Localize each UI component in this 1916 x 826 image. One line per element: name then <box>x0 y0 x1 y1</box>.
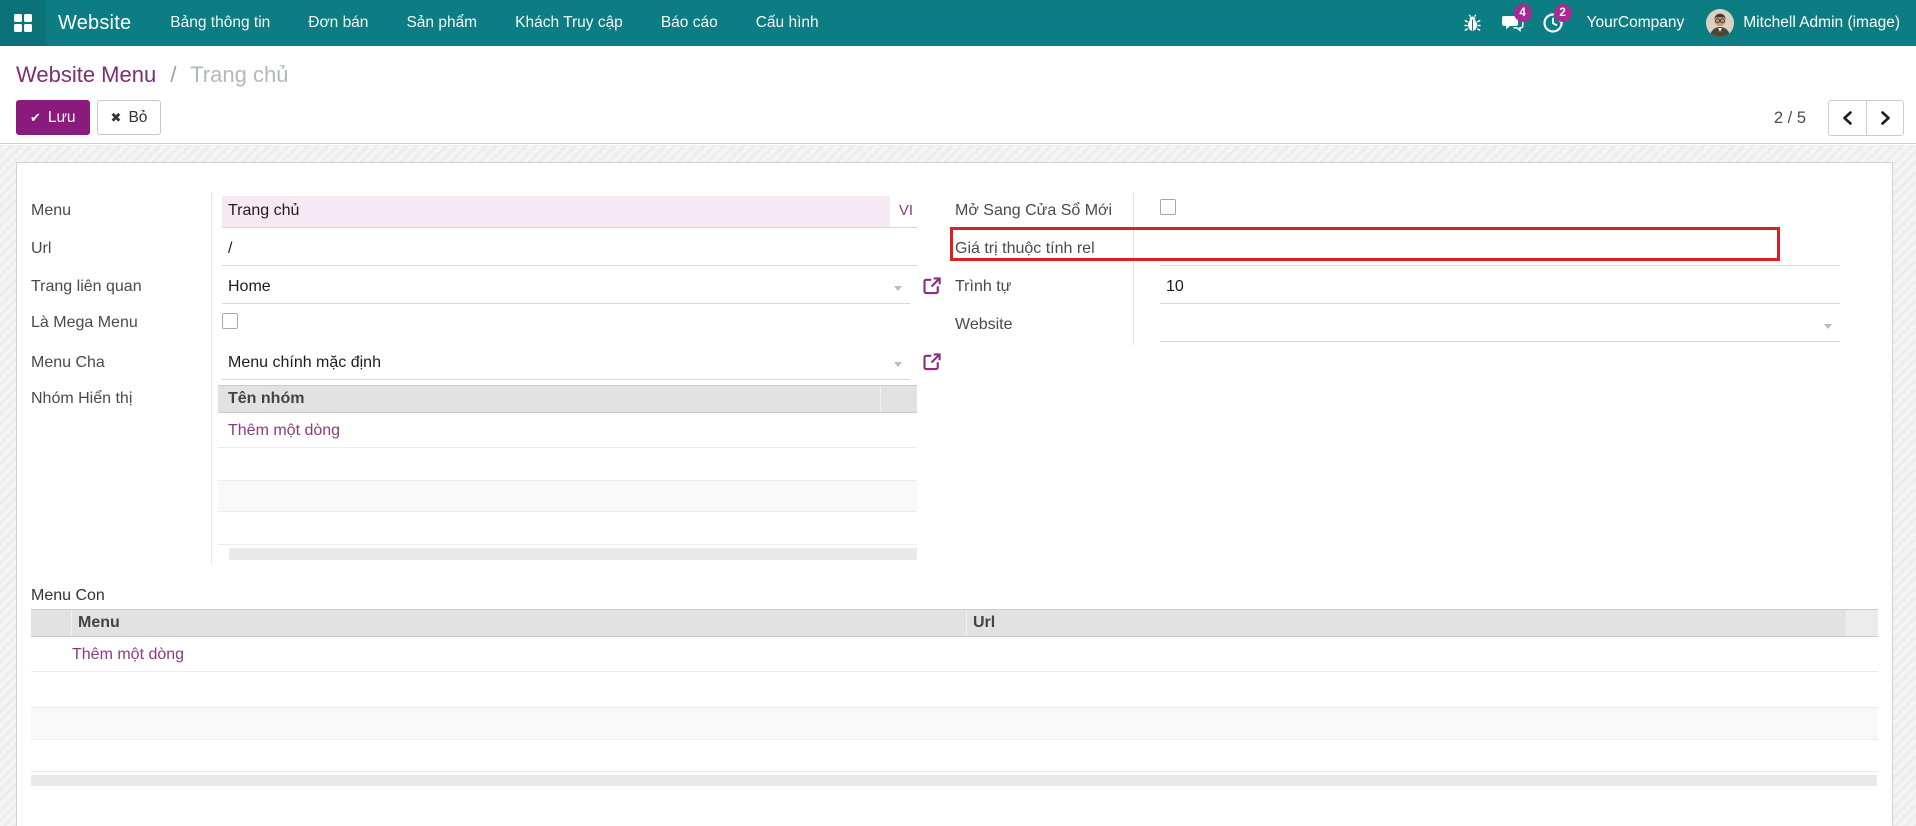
pager-value[interactable]: 2 / 5 <box>1774 109 1806 128</box>
table-row: Thêm một dòng <box>218 413 917 448</box>
groups-column-header[interactable]: Tên nhóm <box>218 386 880 412</box>
child-menu-column-header[interactable]: Menu <box>71 610 966 636</box>
parent-menu-external-link-icon[interactable] <box>922 352 942 372</box>
table-row <box>218 481 917 512</box>
child-menu-table: Menu Url Thêm một dòng <box>31 609 1878 772</box>
related-page-label: Trang liên quan <box>31 278 142 296</box>
apps-grid-icon <box>12 12 34 34</box>
nav-item-products[interactable]: Sản phẩm <box>387 0 496 46</box>
rel-attribute-input[interactable] <box>1160 234 1840 266</box>
new-window-checkbox[interactable] <box>1160 199 1176 215</box>
row-handle-column <box>31 610 71 636</box>
child-header-extra-cell <box>1846 610 1878 636</box>
systray: 4 2 YourCompany <box>1453 0 1916 46</box>
left-group-separator <box>211 193 212 563</box>
nav-item-reporting[interactable]: Báo cáo <box>642 0 737 46</box>
control-panel: Website Menu / Trang chủ ✔ Lưu ✖ Bỏ 2 / … <box>0 46 1916 144</box>
related-page-select[interactable]: Home <box>222 272 910 304</box>
chevron-left-icon <box>1839 109 1857 127</box>
table-row <box>31 672 1878 708</box>
nav-item-dashboard[interactable]: Bảng thông tin <box>151 0 289 46</box>
messages-button[interactable]: 4 <box>1493 0 1533 46</box>
chevron-down-icon <box>894 286 902 291</box>
table-row: Thêm một dòng <box>31 637 1878 672</box>
url-label: Url <box>31 240 51 258</box>
apps-menu-button[interactable] <box>0 0 46 46</box>
discard-button[interactable]: ✖ Bỏ <box>97 100 162 135</box>
table-row <box>31 708 1878 740</box>
mega-menu-label: Là Mega Menu <box>31 314 138 332</box>
right-group-separator <box>1133 193 1134 345</box>
messages-count-badge: 4 <box>1514 4 1532 22</box>
app-menu-bar: Bảng thông tin Đơn bán Sản phẩm Khách Tr… <box>151 0 837 46</box>
app-brand[interactable]: Website <box>58 12 131 35</box>
nav-item-visitors[interactable]: Khách Truy cập <box>496 0 642 46</box>
x-icon: ✖ <box>111 110 122 126</box>
sequence-label: Trình tự <box>955 278 1011 296</box>
form-sheet: Menu Trang chủ VI Url / Trang liên quan … <box>16 162 1893 826</box>
mega-menu-checkbox[interactable] <box>222 313 238 329</box>
url-input[interactable]: / <box>222 234 917 266</box>
debug-bug-button[interactable] <box>1453 0 1493 46</box>
child-menu-section-label: Menu Con <box>31 587 105 605</box>
parent-menu-select[interactable]: Menu chính mặc định <box>222 348 910 380</box>
action-buttons: ✔ Lưu ✖ Bỏ <box>16 100 161 135</box>
pager-next-button[interactable] <box>1866 101 1903 135</box>
menu-label: Menu <box>31 202 71 220</box>
groups-add-line-link[interactable]: Thêm một dòng <box>228 413 340 448</box>
website-label: Website <box>955 316 1013 334</box>
table-row <box>218 512 917 545</box>
related-page-external-link-icon[interactable] <box>922 276 942 296</box>
table-row <box>218 448 917 481</box>
nav-item-orders[interactable]: Đơn bán <box>289 0 387 46</box>
breadcrumb: Website Menu / Trang chủ <box>16 62 288 88</box>
new-window-label: Mở Sang Cửa Sổ Mới <box>955 202 1112 220</box>
chevron-down-icon <box>894 362 902 367</box>
user-name: Mitchell Admin (image) <box>1743 14 1900 32</box>
child-add-line-link[interactable]: Thêm một dòng <box>72 637 184 672</box>
content-area: Menu Trang chủ VI Url / Trang liên quan … <box>0 145 1916 826</box>
user-menu[interactable]: Mitchell Admin (image) <box>1706 9 1906 37</box>
chevron-right-icon <box>1876 109 1894 127</box>
bug-icon <box>1464 14 1481 33</box>
pager: 2 / 5 <box>1774 100 1904 136</box>
breadcrumb-separator: / <box>170 62 176 87</box>
save-button[interactable]: ✔ Lưu <box>16 100 90 135</box>
visible-groups-label: Nhóm Hiển thị <box>31 390 132 408</box>
top-navbar: Website Bảng thông tin Đơn bán Sản phẩm … <box>0 0 1916 46</box>
activities-count-badge: 2 <box>1554 4 1572 22</box>
website-select[interactable] <box>1160 310 1840 342</box>
breadcrumb-parent-link[interactable]: Website Menu <box>16 62 156 87</box>
rel-attribute-label: Giá trị thuộc tính rel <box>955 240 1095 258</box>
activities-button[interactable]: 2 <box>1533 0 1573 46</box>
groups-table-footer-strip <box>229 548 917 560</box>
table-row <box>31 740 1878 772</box>
check-icon: ✔ <box>30 110 41 126</box>
parent-menu-label: Menu Cha <box>31 354 105 372</box>
pager-previous-button[interactable] <box>1829 101 1866 135</box>
groups-header-extra-cell <box>880 386 917 412</box>
visible-groups-table: Tên nhóm Thêm một dòng <box>218 385 917 545</box>
sequence-input[interactable]: 10 <box>1160 272 1840 304</box>
menu-name-input[interactable]: Trang chủ VI <box>222 196 917 228</box>
chevron-down-icon <box>1824 324 1832 329</box>
child-url-column-header[interactable]: Url <box>966 610 1846 636</box>
breadcrumb-current: Trang chủ <box>190 62 288 87</box>
company-switcher[interactable]: YourCompany <box>1573 14 1707 32</box>
user-avatar <box>1706 9 1734 37</box>
translation-lang-tag[interactable]: VI <box>899 196 913 226</box>
child-table-footer-strip <box>31 775 1877 786</box>
nav-item-configuration[interactable]: Cấu hình <box>737 0 838 46</box>
